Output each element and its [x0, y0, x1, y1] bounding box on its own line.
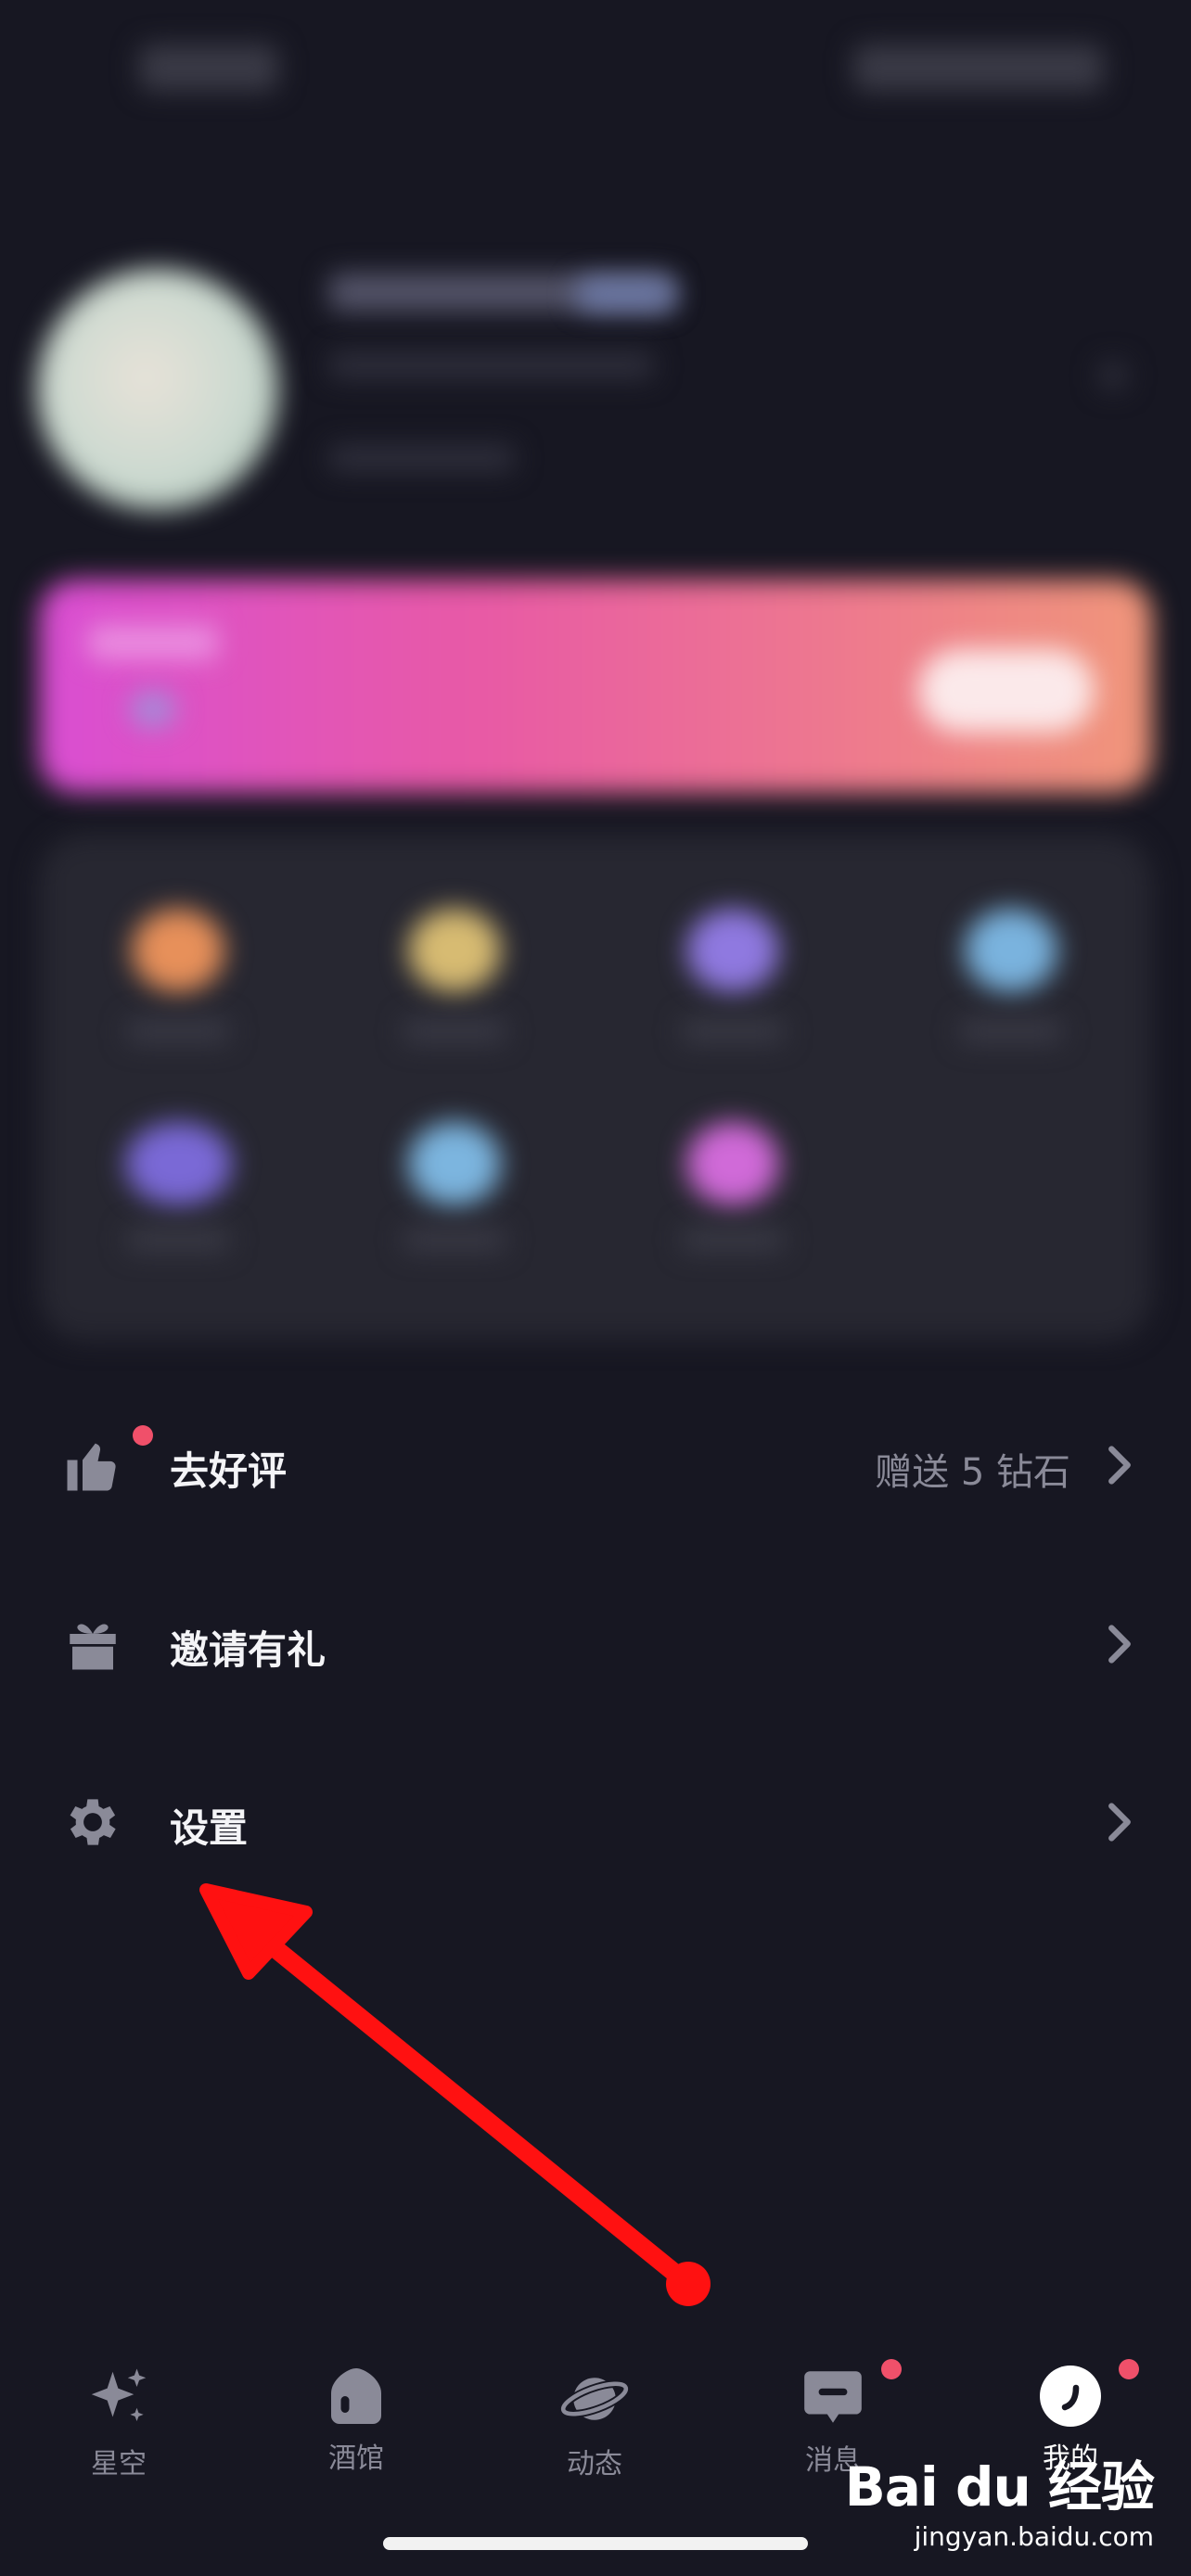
sparkle-icon [82, 2363, 156, 2435]
profile-icon [1033, 2363, 1108, 2429]
tab-feed[interactable]: 动态 [502, 2337, 687, 2480]
tab-tavern[interactable]: 酒馆 [263, 2337, 449, 2476]
home-indicator[interactable] [383, 2537, 808, 2550]
tab-starry[interactable]: 星空 [26, 2337, 211, 2480]
tab-feed-label: 动态 [567, 2448, 622, 2480]
watermark-logo: Bai du 经验 [844, 2455, 1155, 2519]
tab-starry-label: 星空 [91, 2448, 147, 2480]
watermark-url: jingyan.baidu.com [914, 2521, 1154, 2552]
me-badge [1119, 2359, 1139, 2379]
annotation-arrow [199, 1883, 711, 2306]
messages-badge [881, 2359, 902, 2379]
tab-tavern-label: 酒馆 [328, 2442, 384, 2475]
planet-icon [557, 2363, 632, 2435]
message-icon [796, 2363, 870, 2431]
baidu-jingyan-watermark: Bai du 经验 jingyan.baidu.com [844, 2443, 1155, 2552]
tavern-icon [319, 2363, 393, 2429]
